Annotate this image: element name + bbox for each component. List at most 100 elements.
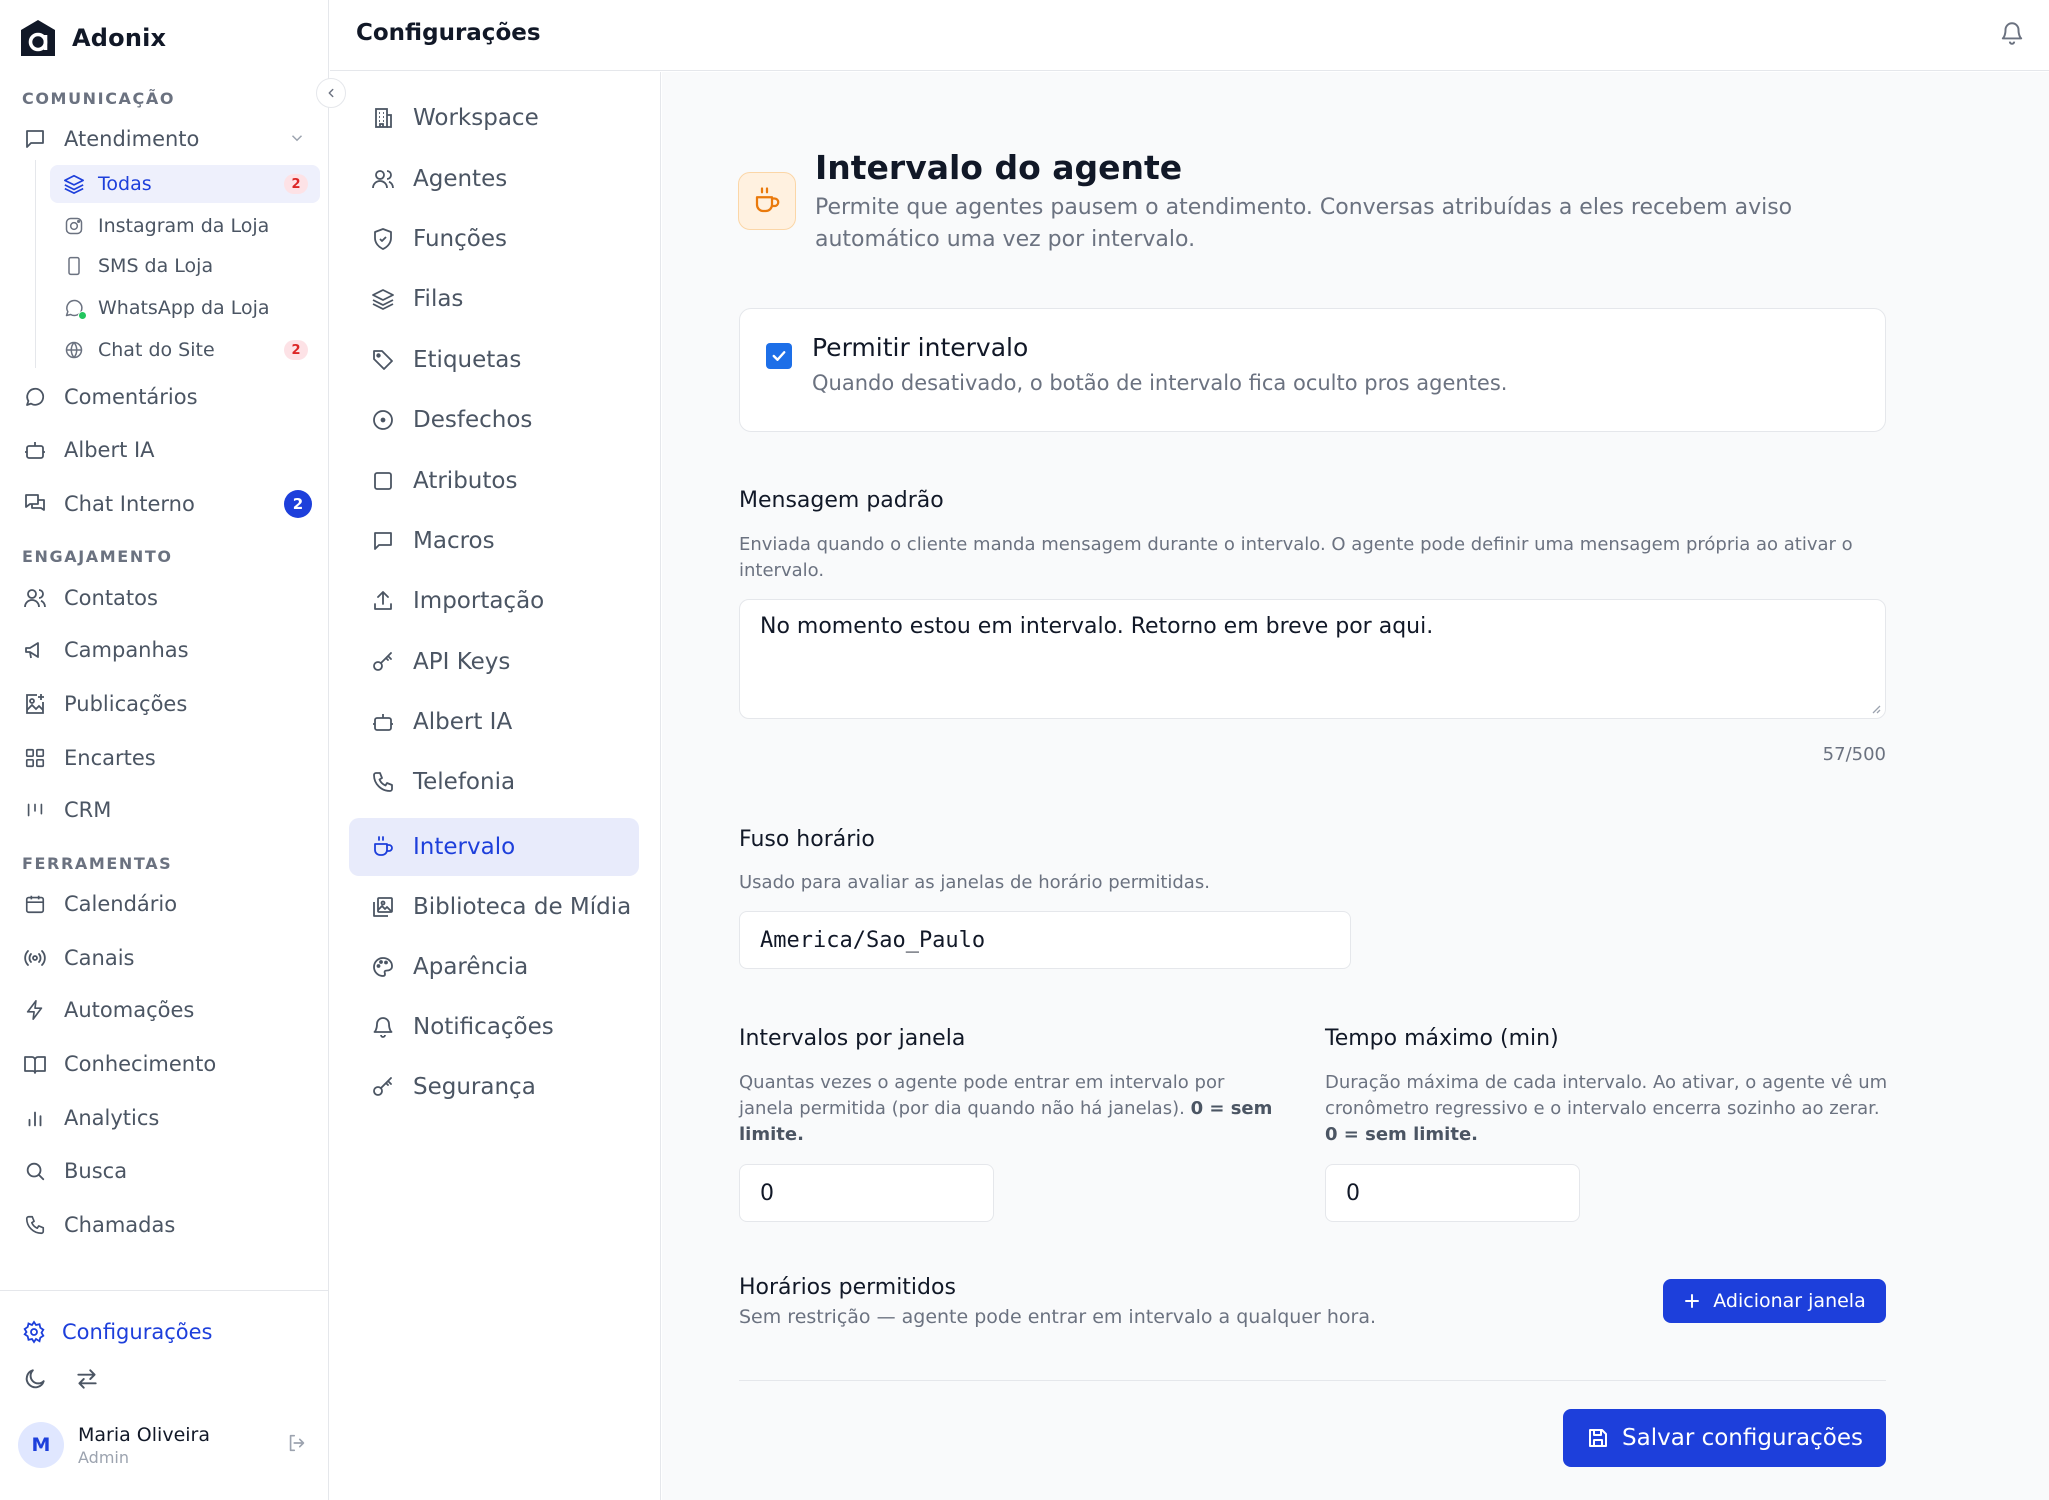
sidebar-subitem-instagram[interactable]: Instagram da Loja: [50, 207, 320, 245]
sidebar-item-label: Publicações: [64, 692, 188, 716]
square-icon: [369, 467, 397, 495]
whatsapp-icon: [62, 296, 87, 320]
moon-icon[interactable]: [22, 1366, 48, 1392]
key-icon: [369, 1073, 397, 1101]
settings-content: Intervalo do agente Permite que agentes …: [662, 72, 2049, 1500]
chevron-down-icon: [288, 129, 306, 147]
settings-tab-importacao[interactable]: Importação: [349, 572, 639, 630]
resize-handle-icon[interactable]: [1869, 702, 1881, 714]
sidebar-item-busca[interactable]: Busca: [22, 1149, 312, 1193]
top-header: Configurações: [330, 0, 2049, 71]
timezone-help: Usado para avaliar as janelas de horário…: [739, 872, 1210, 893]
allowed-hours-help: Sem restrição — agente pode entrar em in…: [739, 1306, 1377, 1328]
settings-tab-label: Telefonia: [413, 769, 516, 795]
brand[interactable]: Adonix: [18, 18, 166, 58]
settings-tab-label: Segurança: [413, 1074, 536, 1100]
max-time-help: Duração máxima de cada intervalo. Ao ati…: [1325, 1070, 1890, 1148]
sidebar-item-label: Encartes: [64, 746, 156, 770]
allow-break-checkbox[interactable]: [766, 343, 792, 369]
settings-tab-label: Importação: [413, 588, 545, 614]
settings-tab-api-keys[interactable]: API Keys: [349, 633, 639, 691]
sidebar-item-campanhas[interactable]: Campanhas: [22, 628, 312, 672]
save-button[interactable]: Salvar configurações: [1563, 1409, 1886, 1467]
sidebar-item-label: Calendário: [64, 892, 178, 916]
default-message-label: Mensagem padrão: [739, 488, 944, 513]
settings-tab-label: Agentes: [413, 166, 508, 192]
max-time-help-text: Duração máxima de cada intervalo. Ao ati…: [1325, 1072, 1888, 1119]
settings-tab-desfechos[interactable]: Desfechos: [349, 391, 639, 449]
add-window-button[interactable]: Adicionar janela: [1663, 1279, 1886, 1323]
sidebar-item-automacoes[interactable]: Automações: [22, 988, 312, 1032]
sidebar-item-calendario[interactable]: Calendário: [22, 882, 312, 926]
sidebar-item-atendimento[interactable]: Atendimento: [22, 117, 312, 161]
layers-icon: [62, 172, 86, 196]
allow-break-help: Quando desativado, o botão de intervalo …: [812, 371, 1508, 395]
adonix-logo-icon: [18, 18, 58, 58]
default-message-textarea[interactable]: No momento estou em intervalo. Retorno e…: [739, 599, 1886, 719]
max-time-value: 0: [1346, 1180, 1360, 1206]
per-window-label: Intervalos por janela: [739, 1026, 966, 1051]
allow-break-card: Permitir intervalo Quando desativado, o …: [739, 308, 1886, 432]
settings-tab-workspace[interactable]: Workspace: [349, 89, 639, 147]
sidebar-item-conhecimento[interactable]: Conhecimento: [22, 1042, 312, 1086]
switch-arrows-icon[interactable]: [74, 1366, 100, 1392]
layers-icon: [369, 285, 397, 313]
sidebar-item-configuracoes[interactable]: Configurações: [22, 1312, 212, 1352]
settings-tab-albert-ia[interactable]: Albert IA: [349, 693, 639, 751]
tree-line: [35, 160, 36, 368]
sidebar-subitem-todas[interactable]: Todas 2: [50, 165, 320, 203]
timezone-input[interactable]: America/Sao_Paulo: [739, 911, 1351, 969]
sidebar-item-label: CRM: [64, 798, 112, 822]
sidebar-item-canais[interactable]: Canais: [22, 936, 312, 980]
save-button-label: Salvar configurações: [1622, 1425, 1863, 1451]
settings-tab-telefonia[interactable]: Telefonia: [349, 753, 639, 811]
settings-tab-label: Funções: [413, 226, 507, 252]
bell-icon[interactable]: [1999, 20, 2025, 46]
user-profile[interactable]: M Maria Oliveira Admin: [18, 1422, 308, 1468]
bell-icon: [369, 1013, 397, 1041]
comment-icon: [22, 384, 48, 410]
section-title: Intervalo do agente: [815, 148, 1183, 187]
count-badge: 2: [284, 340, 308, 360]
sidebar-item-contatos[interactable]: Contatos: [22, 576, 312, 620]
sidebar-item-chat-interno[interactable]: Chat Interno 2: [22, 482, 312, 526]
per-window-input[interactable]: 0: [739, 1164, 994, 1222]
users-icon: [22, 585, 48, 611]
sidebar-item-label: Canais: [64, 946, 135, 970]
default-message-value: No momento estou em intervalo. Retorno e…: [760, 614, 1434, 639]
settings-tab-filas[interactable]: Filas: [349, 270, 639, 328]
settings-tab-agentes[interactable]: Agentes: [349, 150, 639, 208]
plus-icon: [1683, 1292, 1701, 1310]
settings-tab-intervalo[interactable]: Intervalo: [349, 818, 639, 876]
sidebar-item-crm[interactable]: CRM: [22, 788, 312, 832]
settings-tab-seguranca[interactable]: Segurança: [349, 1058, 639, 1116]
settings-nav: Workspace Agentes Funções Filas Etiqueta…: [330, 72, 661, 1500]
settings-tab-notificacoes[interactable]: Notificações: [349, 998, 639, 1056]
settings-tab-aparencia[interactable]: Aparência: [349, 938, 639, 996]
settings-tab-macros[interactable]: Macros: [349, 512, 639, 570]
settings-tab-label: Albert IA: [413, 709, 513, 735]
settings-tab-atributos[interactable]: Atributos: [349, 452, 639, 510]
target-icon: [369, 406, 397, 434]
section-label-ferramentas: FERRAMENTAS: [22, 854, 173, 873]
sidebar-subitem-whatsapp[interactable]: WhatsApp da Loja: [50, 289, 320, 327]
coffee-icon: [738, 172, 796, 230]
sidebar-item-publicacoes[interactable]: Publicações: [22, 682, 312, 726]
sidebar-item-albert-ia[interactable]: Albert IA: [22, 428, 312, 472]
sidebar-item-label: Conhecimento: [64, 1052, 217, 1076]
max-time-input[interactable]: 0: [1325, 1164, 1580, 1222]
collapse-sidebar-button[interactable]: [316, 78, 346, 108]
main-sidebar: Adonix COMUNICAÇÃO Atendimento Todas 2 I…: [0, 0, 346, 1500]
settings-tab-funcoes[interactable]: Funções: [349, 210, 639, 268]
bar-chart-icon: [22, 1105, 48, 1131]
logout-icon[interactable]: [286, 1432, 308, 1454]
settings-tab-etiquetas[interactable]: Etiquetas: [349, 331, 639, 389]
sidebar-item-analytics[interactable]: Analytics: [22, 1096, 312, 1140]
sidebar-item-comentarios[interactable]: Comentários: [22, 375, 312, 419]
settings-tab-biblioteca-midia[interactable]: Biblioteca de Mídia: [349, 878, 639, 936]
sidebar-item-label: Contatos: [64, 586, 158, 610]
sidebar-item-encartes[interactable]: Encartes: [22, 736, 312, 780]
sidebar-subitem-sms[interactable]: SMS da Loja: [50, 247, 320, 285]
sidebar-subitem-chat-site[interactable]: Chat do Site 2: [50, 331, 320, 369]
sidebar-item-chamadas[interactable]: Chamadas: [22, 1203, 312, 1247]
